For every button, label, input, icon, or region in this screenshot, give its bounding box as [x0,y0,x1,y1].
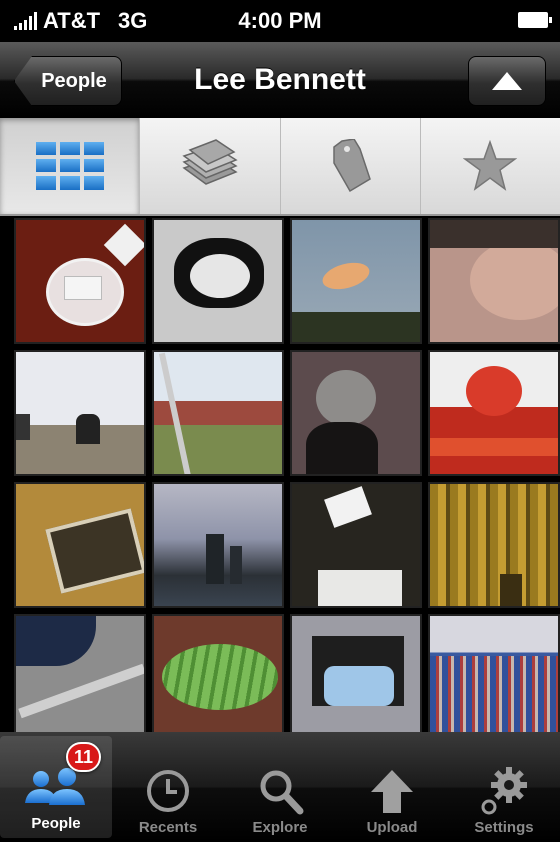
photo-thumbnail[interactable] [152,218,284,344]
tab-recents-label: Recents [138,819,198,836]
photo-thumbnail[interactable] [290,218,422,344]
view-mode-switcher [0,118,560,216]
tab-bar: People 11 Recents Explore Upload Setting… [0,732,560,842]
clock-icon [147,770,189,812]
favorites-view-segment[interactable] [419,118,560,214]
photo-thumbnail[interactable] [14,350,146,476]
photo-thumbnail[interactable] [428,218,560,344]
status-bar: AT&T 3G 4:00 PM [0,0,560,42]
star-icon [463,140,518,191]
photo-thumbnail[interactable] [152,614,284,740]
photo-grid [14,218,560,740]
carrier-name: AT&T [43,8,101,33]
tag-view-segment[interactable] [279,118,420,214]
photo-thumbnail[interactable] [14,218,146,344]
eject-up-button[interactable] [468,56,546,106]
stack-view-segment[interactable] [139,118,279,214]
navigation-bar: People Lee Bennett [0,42,560,119]
photo-thumbnail[interactable] [290,350,422,476]
photo-thumbnail[interactable] [152,350,284,476]
page-title: Lee Bennett [194,63,366,96]
tab-upload-label: Upload [366,819,418,836]
photo-thumbnail[interactable] [290,614,422,740]
stack-icon [182,139,238,185]
photo-thumbnail[interactable] [428,482,560,608]
tab-recents[interactable]: Recents [112,732,224,842]
tab-people[interactable]: People 11 [0,736,112,838]
notification-badge: 11 [66,742,102,772]
tab-explore[interactable]: Explore [224,732,336,842]
photo-thumbnail[interactable] [428,350,560,476]
up-triangle-icon [492,72,522,90]
back-button[interactable]: People [14,56,122,106]
photo-thumbnail[interactable] [290,482,422,608]
search-icon [260,770,304,815]
photo-thumbnail[interactable] [14,614,146,740]
grid-icon [35,142,104,190]
upload-arrow-icon [371,770,413,813]
tab-people-label: People [31,815,81,832]
tab-upload[interactable]: Upload [336,732,448,842]
tab-settings[interactable]: Settings [448,732,560,842]
battery-icon [518,12,552,28]
tab-settings-label: Settings [474,819,534,836]
signal-strength-icon [14,12,37,30]
gear-icon [481,767,527,815]
photo-thumbnail[interactable] [152,482,284,608]
photo-thumbnail[interactable] [14,482,146,608]
tag-icon [333,139,372,193]
network-type: 3G [118,8,148,33]
tab-explore-label: Explore [252,819,308,836]
photo-thumbnail[interactable] [428,614,560,740]
grid-view-segment[interactable] [0,118,140,214]
